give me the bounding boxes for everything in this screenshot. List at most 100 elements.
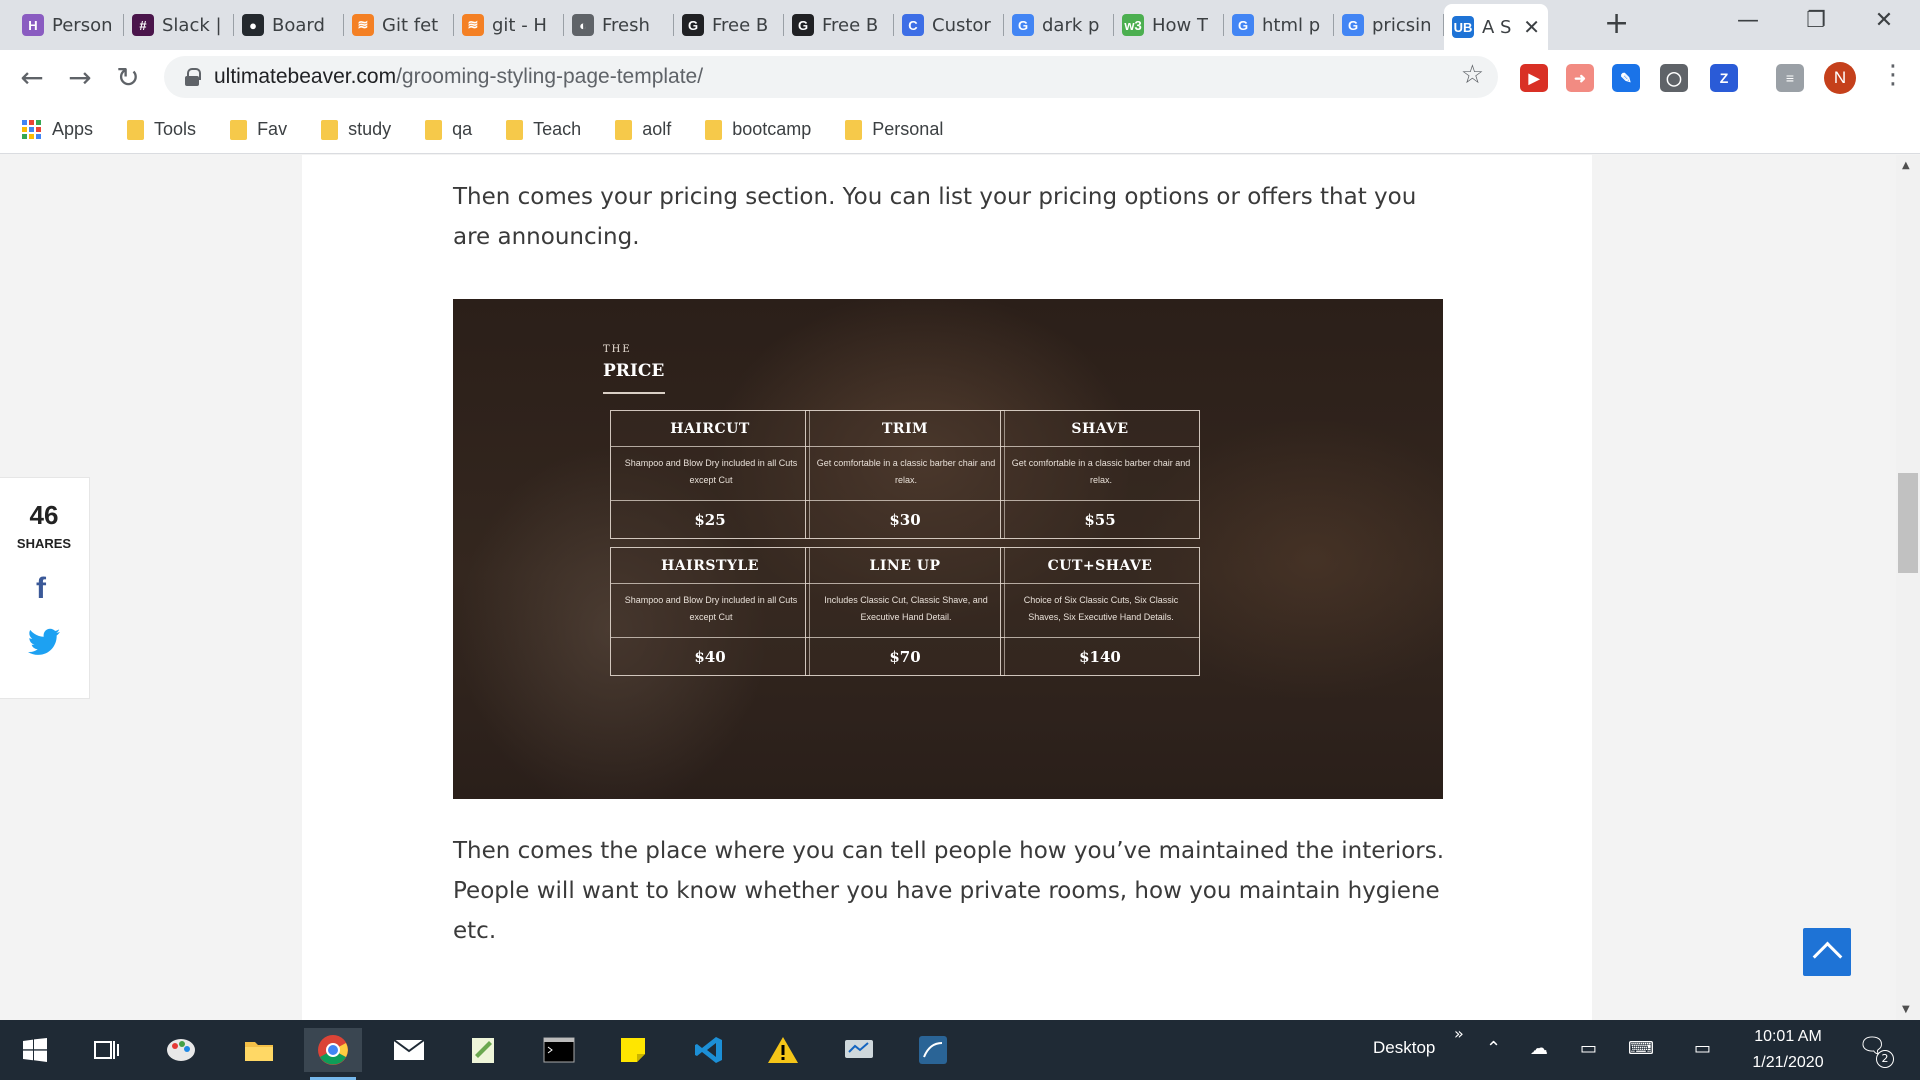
desktop-toolbar-label[interactable]: Desktop: [1373, 1038, 1435, 1058]
bookmark-folder[interactable]: Personal: [845, 119, 943, 140]
browser-tab[interactable]: ≋ Git fet: [344, 6, 454, 44]
ext-picker-icon[interactable]: ✎: [1612, 64, 1640, 92]
tab-label: Fresh: [602, 14, 650, 36]
url-path: /grooming-styling-page-template/: [396, 65, 704, 88]
price-card-description: Shampoo and Blow Dry included in all Cut…: [624, 595, 798, 622]
browser-tab[interactable]: ≋ git - H: [454, 6, 564, 44]
browser-tab[interactable]: G Free B: [784, 6, 894, 44]
tab-label: git - H: [492, 14, 547, 36]
intro-paragraph: Then comes your pricing section. You can…: [453, 184, 1417, 250]
windows-start-icon[interactable]: [6, 1028, 64, 1072]
ext-red-icon[interactable]: ▶: [1520, 64, 1548, 92]
scroll-down-arrow-icon[interactable]: ▼: [1902, 1004, 1910, 1015]
browser-tab[interactable]: UB A S ✕: [1444, 4, 1548, 50]
forward-button[interactable]: →: [62, 60, 98, 96]
mail-app-icon[interactable]: [380, 1028, 438, 1072]
close-window-button[interactable]: ✕: [1864, 8, 1904, 33]
tray-overflow-icon[interactable]: ⌃: [1486, 1038, 1501, 1059]
outro-paragraph: Then comes the place where you can tell …: [453, 838, 1445, 944]
chrome-app-icon[interactable]: [304, 1028, 362, 1080]
paint-app-icon[interactable]: [152, 1028, 210, 1072]
bookmark-apps[interactable]: Apps: [22, 119, 93, 140]
display-icon[interactable]: ▭: [1694, 1038, 1711, 1059]
ext-z-icon[interactable]: Z: [1710, 64, 1738, 92]
tab-favicon-icon: ≋: [462, 14, 484, 36]
reload-button[interactable]: ↻: [110, 60, 146, 96]
bookmark-label: study: [348, 119, 392, 139]
folder-icon: [425, 119, 443, 140]
browser-tab[interactable]: Ghtml p: [1224, 6, 1334, 44]
price-card-title: TRIM: [806, 411, 1004, 447]
url-host: ultimatebeaver.com: [214, 65, 397, 88]
terminal-icon[interactable]: [530, 1028, 588, 1072]
notepad-plus-icon[interactable]: [454, 1028, 512, 1072]
bookmark-folder[interactable]: aolf: [615, 119, 671, 140]
tab-label: Person: [52, 14, 113, 36]
folder-icon: [845, 119, 863, 140]
bookmark-folder[interactable]: Teach: [506, 119, 581, 140]
folder-icon: [506, 119, 524, 140]
url-text[interactable]: ultimatebeaver.com/grooming-styling-page…: [214, 65, 703, 89]
page-scrollbar[interactable]: [1896, 155, 1920, 1020]
tab-strip: H Person # Slack | ● Board ≋ Git fet ≋ git - H ◐ Fr…: [0, 0, 1920, 50]
ext-circle-icon[interactable]: ◯: [1660, 64, 1688, 92]
minimize-button[interactable]: —: [1728, 8, 1768, 33]
network-app-icon[interactable]: [830, 1028, 888, 1072]
browser-tab[interactable]: C Custor: [894, 6, 1004, 44]
scroll-to-top-button[interactable]: [1803, 928, 1851, 976]
clock-date: 1/21/2020: [1752, 1054, 1824, 1071]
facebook-icon[interactable]: f: [36, 572, 46, 606]
browser-tab[interactable]: Gpricsin: [1334, 6, 1444, 44]
restore-button[interactable]: ❐: [1796, 8, 1836, 33]
vscode-icon[interactable]: [680, 1028, 738, 1072]
twitter-icon[interactable]: [28, 628, 60, 660]
onedrive-icon[interactable]: ☁: [1530, 1038, 1548, 1059]
bookmark-folder[interactable]: Fav: [230, 119, 287, 140]
browser-tab[interactable]: # Slack |: [124, 6, 234, 44]
windows-taskbar: Desktop » ⌃ ☁ ▭ ⌨ ▭ 10:01 AM 1/21/2020 🗨…: [0, 1020, 1920, 1080]
close-tab-icon[interactable]: ✕: [1523, 15, 1540, 39]
bookmark-folder[interactable]: Tools: [127, 119, 196, 140]
ext-list-icon[interactable]: ≡: [1776, 64, 1804, 92]
browser-tab[interactable]: w3 How T: [1114, 6, 1224, 44]
tab-favicon-icon: G: [792, 14, 814, 36]
warning-app-icon[interactable]: [754, 1028, 812, 1072]
new-tab-button[interactable]: +: [1604, 9, 1629, 39]
tab-label: Board: [272, 14, 325, 36]
keyboard-icon[interactable]: ⌨: [1628, 1038, 1654, 1059]
bookmark-folder[interactable]: study: [321, 119, 391, 140]
battery-icon[interactable]: ▭: [1580, 1038, 1597, 1059]
bookmark-folder[interactable]: qa: [425, 119, 472, 140]
scroll-up-arrow-icon[interactable]: ▲: [1902, 160, 1910, 171]
tab-favicon-icon: UB: [1452, 16, 1474, 38]
profile-avatar[interactable]: N: [1824, 62, 1856, 94]
scrollbar-thumb[interactable]: [1898, 473, 1918, 573]
browser-menu-icon[interactable]: ⋮: [1880, 60, 1906, 90]
bookmark-folder[interactable]: bootcamp: [705, 119, 811, 140]
tab-favicon-icon: w3: [1122, 14, 1144, 36]
browser-tab[interactable]: G Free B: [674, 6, 784, 44]
tab-label: pricsin: [1372, 14, 1432, 36]
address-bar[interactable]: ultimatebeaver.com/grooming-styling-page…: [164, 56, 1498, 98]
ext-arrow-icon[interactable]: ➜: [1566, 64, 1594, 92]
file-explorer-icon[interactable]: [230, 1028, 288, 1072]
tab-label: html p: [1262, 14, 1321, 36]
price-card-price: $70: [806, 637, 1004, 675]
share-count: 46: [29, 500, 59, 530]
price-card: CUT+SHAVE Choice of Six Classic Cuts, Six…: [1000, 547, 1200, 676]
mysql-workbench-icon[interactable]: [904, 1028, 962, 1072]
browser-tab[interactable]: Gdark p: [1004, 6, 1114, 44]
browser-tab[interactable]: ◐ Fresh: [564, 6, 674, 44]
browser-tab[interactable]: ● Board: [234, 6, 344, 44]
bookmark-star-icon[interactable]: ☆: [1461, 60, 1484, 90]
tab-favicon-icon: H: [22, 14, 44, 36]
task-view-icon[interactable]: [78, 1028, 136, 1072]
folder-icon: [127, 119, 145, 140]
back-button[interactable]: ←: [14, 60, 50, 96]
sticky-notes-icon[interactable]: [604, 1028, 662, 1072]
toolbar-chevron-icon[interactable]: »: [1454, 1024, 1464, 1043]
taskbar-clock[interactable]: 10:01 AM 1/21/2020: [1738, 1024, 1838, 1076]
browser-tab[interactable]: H Person: [14, 6, 124, 44]
price-card: SHAVE Get comfortable in a classic barber…: [1000, 410, 1200, 539]
page-viewport: Then comes your pricing section. You can…: [0, 155, 1920, 1020]
